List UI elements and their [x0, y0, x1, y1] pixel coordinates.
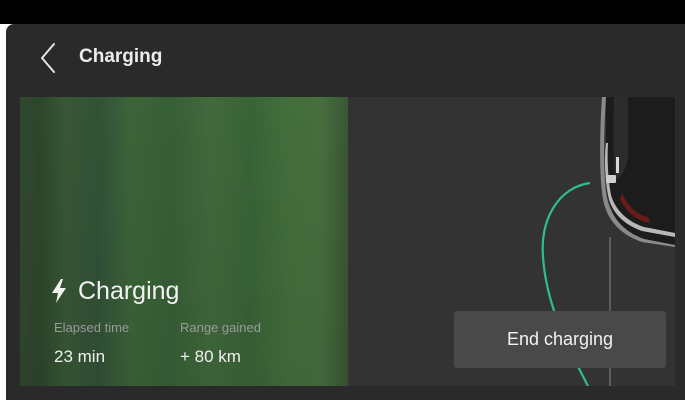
range-gained-value: + 80 km [180, 347, 241, 366]
bottom-strip [6, 386, 685, 400]
range-gained-stat: Range gained + 80 km [180, 320, 261, 367]
charging-status-label: Charging [78, 276, 180, 305]
charging-status: Charging [50, 273, 179, 309]
lightning-bolt-icon [52, 279, 66, 303]
range-gained-label: Range gained [180, 320, 261, 335]
elapsed-time-stat: Elapsed time 23 min [54, 320, 129, 367]
charging-panel: Charging Charging Elapsed time 23 min Ra… [6, 24, 685, 400]
charging-screen: Charging Charging Elapsed time 23 min Ra… [0, 0, 685, 406]
elapsed-time-value: 23 min [54, 347, 106, 366]
charging-content: Charging Elapsed time 23 min Range gaine… [20, 97, 675, 386]
page-title: Charging [79, 46, 163, 67]
elapsed-time-label: Elapsed time [54, 320, 130, 335]
status-bar [0, 0, 685, 24]
back-button[interactable] [34, 40, 62, 76]
end-charging-button[interactable]: End charging [454, 311, 666, 368]
car-illustration [600, 97, 675, 247]
header: Charging [6, 24, 685, 96]
chevron-left-icon [41, 43, 55, 73]
